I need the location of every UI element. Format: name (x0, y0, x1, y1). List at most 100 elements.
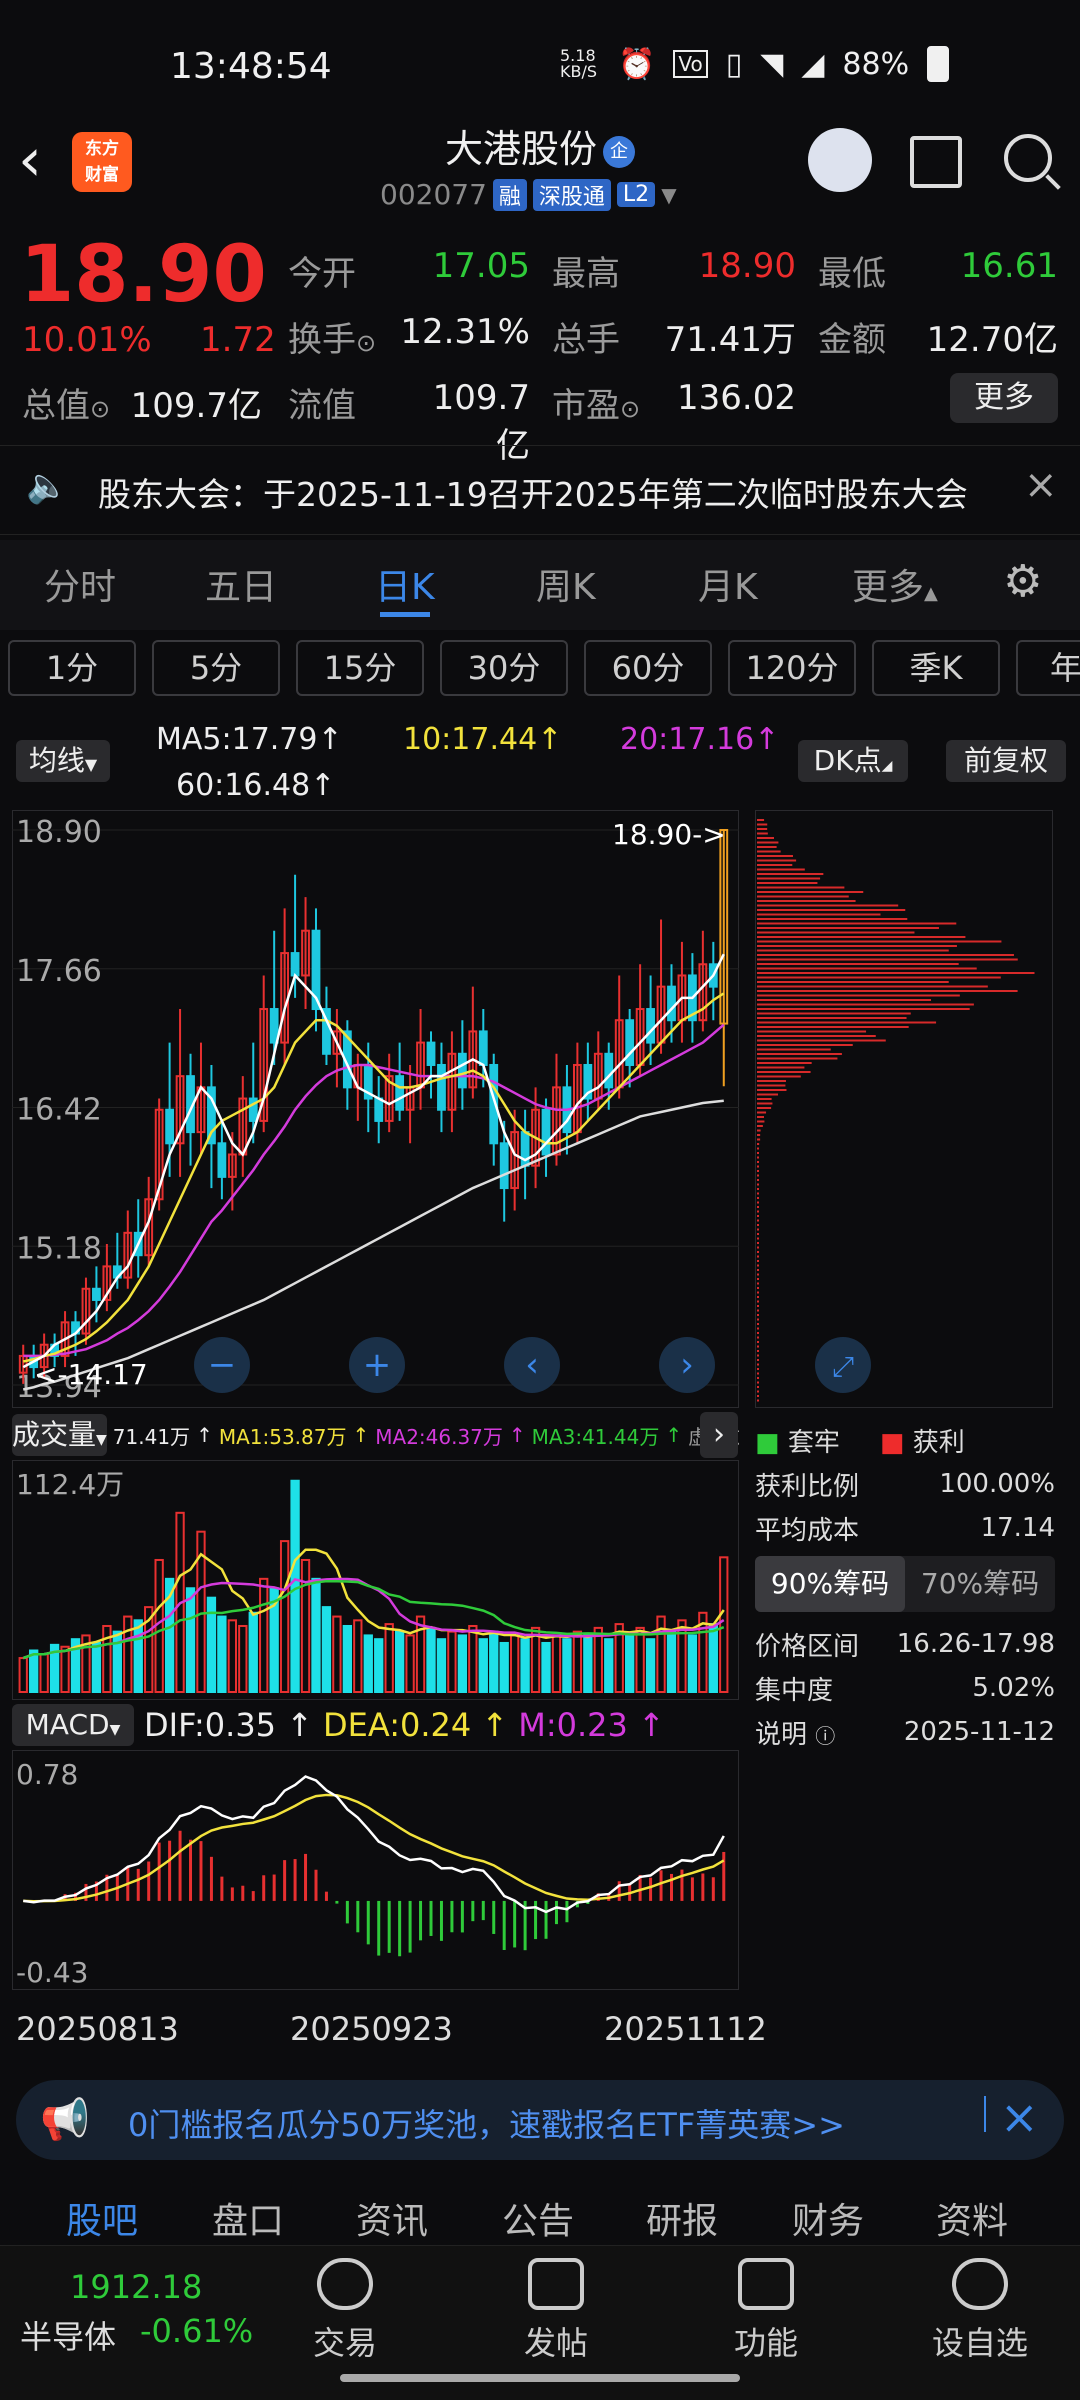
zoom-out-button-glyph: − (208, 1345, 237, 1385)
functions-button[interactable]: 功能 (718, 2258, 814, 2364)
max-price-label: 18.90-> (612, 818, 726, 851)
period-year[interactable]: 年 (1016, 640, 1080, 696)
amount-value: 12.70亿 (926, 320, 1058, 360)
macd-max-label: 0.78 (16, 1758, 78, 1791)
volume-bar (719, 1556, 729, 1693)
tab-financials[interactable]: 财务 (792, 2192, 864, 2244)
change-amount: 1.72 (200, 320, 276, 360)
assistant-robot-icon[interactable] (808, 128, 872, 192)
tab-indicator (380, 612, 430, 617)
pe-label[interactable]: 市盈⊙ (552, 378, 640, 427)
macd-chart: 0.78 -0.43 (12, 1750, 739, 1990)
chip-row[interactable]: 说明 ⓘ 2025-11-12 (755, 1710, 1055, 1754)
share-icon[interactable] (910, 136, 962, 188)
status-icons: 5.18 KB/S ⏰ Vo ▯ ◥ ◢ 88% (560, 46, 950, 82)
tab-orderbook[interactable]: 盘口 (212, 2192, 284, 2244)
candle-body (165, 1108, 175, 1145)
tag-l2: L2 (616, 182, 656, 207)
stock-code-row[interactable]: 002077 融 深股通 L2 ▼ (380, 178, 677, 211)
notice-text[interactable]: 股东大会：于2025-11-19召开2025年第二次临时股东大会 (98, 468, 968, 516)
period-60min[interactable]: 60分 (584, 640, 712, 696)
volume-bar (583, 1634, 593, 1693)
volume-bar (217, 1615, 227, 1693)
volume-chart: 112.4万 (12, 1460, 739, 1700)
volume-bar (332, 1615, 342, 1693)
period-15min[interactable]: 15分 (296, 640, 424, 696)
dk-point-button[interactable]: DK点◢ (798, 740, 908, 782)
chip-70-button[interactable]: 70%筹码 (905, 1556, 1055, 1612)
candle-body (499, 1142, 509, 1190)
yen-icon (317, 2258, 373, 2310)
dropdown-icon[interactable]: ▼ (661, 183, 676, 207)
tab-announcements[interactable]: 公告 (502, 2192, 574, 2244)
period-quarter[interactable]: 季K (872, 640, 1000, 696)
period-120min[interactable]: 120分 (728, 640, 856, 696)
index-name[interactable]: 半导体 (20, 2312, 116, 2358)
net-speed: 5.18 KB/S (560, 46, 598, 81)
close-icon[interactable]: × (1024, 462, 1058, 508)
total-cap-label[interactable]: 总值⊙ (22, 378, 110, 427)
tab-five-day[interactable]: 五日 (205, 558, 277, 610)
volume-bar (436, 1638, 447, 1693)
volume-bar (625, 1634, 635, 1693)
turnover-label[interactable]: 换手⊙ (288, 312, 376, 361)
period-30min[interactable]: 30分 (440, 640, 568, 696)
post-button[interactable]: 发帖 (508, 2258, 604, 2364)
macd-indicator-select[interactable]: MACD▼ (12, 1704, 134, 1746)
volume-bar (374, 1638, 384, 1693)
period-5min[interactable]: 5分 (152, 640, 280, 696)
y-tick-label: 16.42 (16, 1093, 102, 1128)
chip-90-button[interactable]: 90%筹码 (755, 1556, 905, 1612)
volume-bar (489, 1630, 499, 1694)
volume-bar (551, 1634, 562, 1693)
volume-value: 71.41万 (664, 320, 796, 360)
low-label: 最低 (818, 254, 886, 294)
settings-gear-icon[interactable]: ⚙ (1003, 556, 1042, 607)
promo-text[interactable]: 0门槛报名瓜分50万奖池，速戳报名ETF菁英赛>> (128, 2100, 845, 2146)
macd-m: M:0.23 ↑ (518, 1706, 665, 1744)
volume-ma2: MA2:46.37万 (375, 1424, 503, 1449)
volte-icon: Vo (673, 50, 708, 78)
add-watchlist-button[interactable]: 设自选 (920, 2258, 1040, 2364)
volume-bar (447, 1630, 457, 1694)
period-1min[interactable]: 1分 (8, 640, 136, 696)
chip-row: 获利比例 100.00% (755, 1469, 1055, 1502)
index-value[interactable]: 1912.18 (70, 2268, 202, 2306)
tag-connect: 深股通 (532, 178, 611, 211)
date-start: 20250813 (16, 2010, 179, 2048)
info-icon[interactable]: ⓘ (815, 1724, 835, 1748)
candlestick-chart[interactable]: 18.9017.6616.4215.1813.9418.90-><-14.17−… (12, 810, 739, 1408)
tab-forum[interactable]: 股吧 (66, 2192, 138, 2244)
tab-intraday[interactable]: 分时 (44, 558, 116, 610)
volume-bar (405, 1634, 415, 1693)
volume-bar (279, 1540, 290, 1693)
vibrate-icon: ▯ (725, 46, 743, 82)
expand-chevron-icon[interactable]: › (700, 1412, 738, 1458)
tab-profile[interactable]: 资料 (936, 2192, 1008, 2244)
indicator-type-select[interactable]: 均线▼ (16, 740, 110, 782)
adjust-select[interactable]: 前复权 (946, 740, 1066, 782)
close-banner-icon[interactable]: × (1000, 2090, 1039, 2144)
signal-icon: ◢ (801, 46, 825, 82)
macd-border (12, 1750, 739, 1990)
tag-margin: 融 (492, 178, 527, 211)
search-icon[interactable] (1004, 134, 1052, 182)
index-change[interactable]: -0.61% (140, 2312, 253, 2350)
tab-monthly-k[interactable]: 月K (698, 558, 758, 610)
volume-bar (384, 1623, 394, 1693)
volume-bar (102, 1624, 112, 1693)
chip-row: 价格区间 16.26-17.98 (755, 1629, 1055, 1662)
tab-research[interactable]: 研报 (646, 2192, 718, 2244)
volume-bar (311, 1577, 321, 1693)
tab-daily-k[interactable]: 日K (375, 558, 435, 610)
tab-news[interactable]: 资讯 (356, 2192, 428, 2244)
trade-button[interactable]: 交易 (300, 2258, 390, 2364)
volume-indicator-select[interactable]: 成交量▼ (12, 1414, 107, 1456)
volume-bar (572, 1630, 583, 1694)
turnover-value: 12.31% (400, 312, 530, 352)
more-button[interactable]: 更多 (950, 373, 1058, 423)
legend-trapped: ■ 套牢 (755, 1427, 840, 1458)
tab-weekly-k[interactable]: 周K (536, 558, 596, 610)
tab-more[interactable]: 更多▲ (852, 558, 938, 610)
date-end: 20251112 (604, 2010, 767, 2048)
